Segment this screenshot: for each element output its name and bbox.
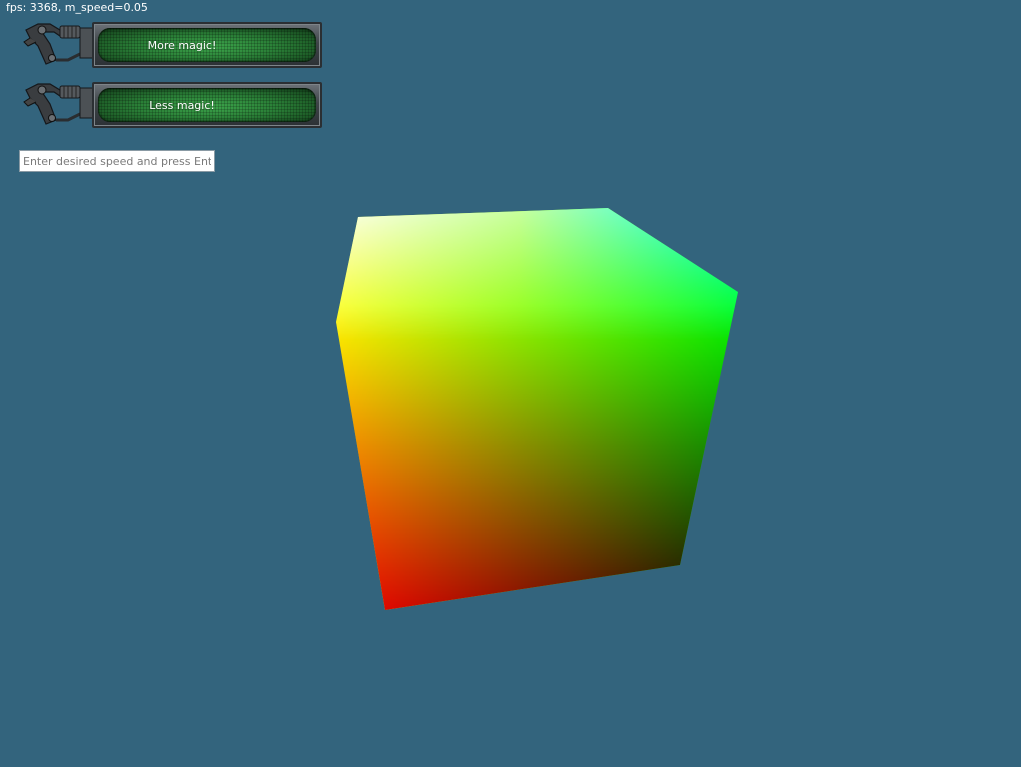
more-magic-panel: More magic! (92, 22, 322, 68)
robot-claw-icon (23, 23, 96, 65)
less-magic-panel: Less magic! (92, 82, 322, 128)
render-viewport: fps: 3368, m_speed=0.05 More magic! Less… (0, 0, 1021, 767)
robot-claw-icon (23, 83, 96, 125)
fps-readout: fps: 3368, m_speed=0.05 (6, 1, 148, 14)
more-magic-label: More magic! (147, 38, 217, 52)
more-magic-button[interactable]: More magic! (20, 20, 322, 68)
less-magic-label: Less magic! (149, 98, 215, 112)
speed-input[interactable] (19, 150, 215, 172)
less-magic-button[interactable]: Less magic! (20, 80, 322, 128)
